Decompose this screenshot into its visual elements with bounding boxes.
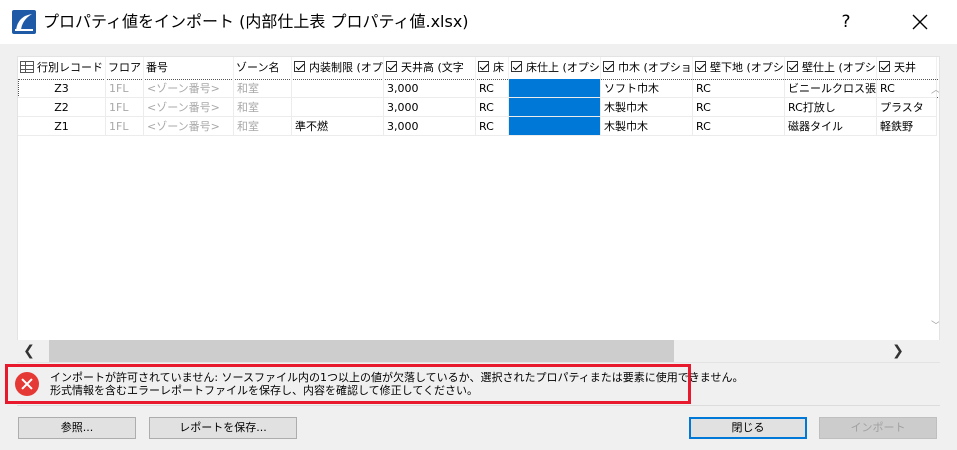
cell-ceiling-height[interactable]: 3,000 <box>384 98 476 117</box>
column-header-floor[interactable]: フロア <box>106 57 144 79</box>
column-header-ceiling[interactable]: 天井 <box>877 57 937 79</box>
cell-interior-restriction[interactable] <box>292 98 384 117</box>
column-header-ceiling-height[interactable]: 天井高 (文字 <box>384 57 476 79</box>
error-line-1: インポートが許可されていません: ソースファイル内の1つ以上の値が欠落しているか… <box>50 371 744 384</box>
row-id: Z1 <box>18 117 106 136</box>
archicad-app-icon <box>12 10 36 34</box>
cell-zone-name[interactable]: 和室 <box>234 79 292 98</box>
browse-button[interactable]: 参照... <box>18 417 136 439</box>
import-button: インポート <box>819 417 937 439</box>
cell-wall-base[interactable]: RC <box>693 117 785 136</box>
chevron-up-icon[interactable]: ︿ <box>931 85 939 97</box>
error-icon <box>15 372 39 396</box>
scrollbar-thumb[interactable] <box>49 340 674 362</box>
cell-wall-base[interactable]: RC <box>693 98 785 117</box>
column-header-interior-restriction[interactable]: 内装制限 (オプ <box>292 57 384 79</box>
cell-baseboard[interactable]: 木製巾木 <box>601 98 693 117</box>
window-title: プロパティ値をインポート (内部仕上表 プロパティ値.xlsx) <box>43 12 469 31</box>
help-button[interactable]: ? <box>826 6 866 38</box>
cell-zone-name[interactable]: 和室 <box>234 117 292 136</box>
cell-ceiling[interactable]: RC <box>877 79 937 98</box>
cell-wall-base[interactable]: RC <box>693 79 785 98</box>
column-header-floor-finish[interactable]: 床仕上 (オプシ <box>509 57 601 79</box>
checkbox-checked-icon[interactable] <box>386 61 397 72</box>
column-header-floor-base[interactable]: 床 <box>476 57 509 79</box>
checkbox-checked-icon[interactable] <box>603 61 614 72</box>
cell-floor-finish-missing[interactable] <box>509 79 601 98</box>
column-header-wall-base[interactable]: 壁下地 (オプシ <box>693 57 785 79</box>
error-line-2: 形式情報を含むエラーレポートファイルを保存し、内容を確認して修正してください。 <box>50 384 479 397</box>
vertical-scrollbar[interactable]: ︿ ﹀ <box>931 79 939 362</box>
cell-wall-finish[interactable]: 磁器タイル <box>785 117 877 136</box>
column-header-row-record[interactable]: 行別レコード <box>18 57 106 79</box>
cell-ceiling-height[interactable]: 3,000 <box>384 117 476 136</box>
close-icon[interactable] <box>897 6 943 38</box>
error-message: インポートが許可されていません: ソースファイル内の1つ以上の値が欠落しているか… <box>50 371 743 397</box>
table-row[interactable]: Z2 1FL <ゾーン番号> 和室 3,000 RC 木製巾木 RC RC打放し… <box>18 98 939 117</box>
column-header-number[interactable]: 番号 <box>144 57 234 79</box>
column-header-zone-name[interactable]: ゾーン名 <box>234 57 292 79</box>
error-message-box: インポートが許可されていません: ソースファイル内の1つ以上の値が欠落しているか… <box>5 364 743 404</box>
cell-floor[interactable]: 1FL <box>106 117 144 136</box>
checkbox-checked-icon[interactable] <box>695 61 706 72</box>
chevron-down-icon[interactable]: ﹀ <box>931 321 939 333</box>
checkbox-checked-icon[interactable] <box>787 61 798 72</box>
cell-wall-finish[interactable]: RC打放し <box>785 98 877 117</box>
table-row[interactable]: Z1 1FL <ゾーン番号> 和室 準不燃 3,000 RC 木製巾木 RC 磁… <box>18 117 939 136</box>
cell-floor[interactable]: 1FL <box>106 79 144 98</box>
save-report-button[interactable]: レポートを保存... <box>149 417 297 439</box>
grid-header: 行別レコード フロア 番号 ゾーン名 内装制限 (オプ 天井高 (文字 床 床仕… <box>18 57 939 79</box>
cell-ceiling-height[interactable]: 3,000 <box>384 79 476 98</box>
row-id: Z2 <box>18 98 106 117</box>
cell-interior-restriction[interactable]: 準不燃 <box>292 117 384 136</box>
cell-ceiling[interactable]: プラスタ <box>877 98 937 117</box>
cell-number[interactable]: <ゾーン番号> <box>144 98 234 117</box>
chevron-right-icon[interactable]: ❯ <box>888 340 908 362</box>
cell-floor-finish-missing[interactable] <box>509 98 601 117</box>
chevron-left-icon[interactable]: ❮ <box>19 340 39 362</box>
cell-floor-base[interactable]: RC <box>476 79 509 98</box>
checkbox-checked-icon[interactable] <box>294 61 305 72</box>
checkbox-checked-icon[interactable] <box>478 61 489 72</box>
row-id: Z3 <box>18 79 106 98</box>
cell-interior-restriction[interactable] <box>292 79 384 98</box>
table-row[interactable]: Z3 1FL <ゾーン番号> 和室 3,000 RC ソフト巾木 RC ビニール… <box>18 79 939 98</box>
cell-floor[interactable]: 1FL <box>106 98 144 117</box>
divider <box>17 405 940 406</box>
table-icon <box>20 61 34 73</box>
checkbox-checked-icon[interactable] <box>511 61 522 72</box>
cell-wall-finish[interactable]: ビニールクロス張 <box>785 79 877 98</box>
close-button[interactable]: 閉じる <box>689 417 807 439</box>
cell-ceiling[interactable]: 軽鉄野 <box>877 117 937 136</box>
checkbox-checked-icon[interactable] <box>879 61 890 72</box>
property-grid[interactable]: 行別レコード フロア 番号 ゾーン名 内装制限 (オプ 天井高 (文字 床 床仕… <box>17 56 940 363</box>
cell-zone-name[interactable]: 和室 <box>234 98 292 117</box>
cell-floor-finish-missing[interactable] <box>509 117 601 136</box>
cell-floor-base[interactable]: RC <box>476 98 509 117</box>
horizontal-scrollbar[interactable]: ❮ ❯ <box>17 340 940 362</box>
column-header-wall-finish[interactable]: 壁仕上 (オプシ <box>785 57 877 79</box>
cell-baseboard[interactable]: 木製巾木 <box>601 117 693 136</box>
cell-floor-base[interactable]: RC <box>476 117 509 136</box>
cell-number[interactable]: <ゾーン番号> <box>144 117 234 136</box>
title-bar: プロパティ値をインポート (内部仕上表 プロパティ値.xlsx) ? <box>0 0 957 44</box>
cell-number[interactable]: <ゾーン番号> <box>144 79 234 98</box>
cell-baseboard[interactable]: ソフト巾木 <box>601 79 693 98</box>
column-header-baseboard[interactable]: 巾木 (オプショ <box>601 57 693 79</box>
